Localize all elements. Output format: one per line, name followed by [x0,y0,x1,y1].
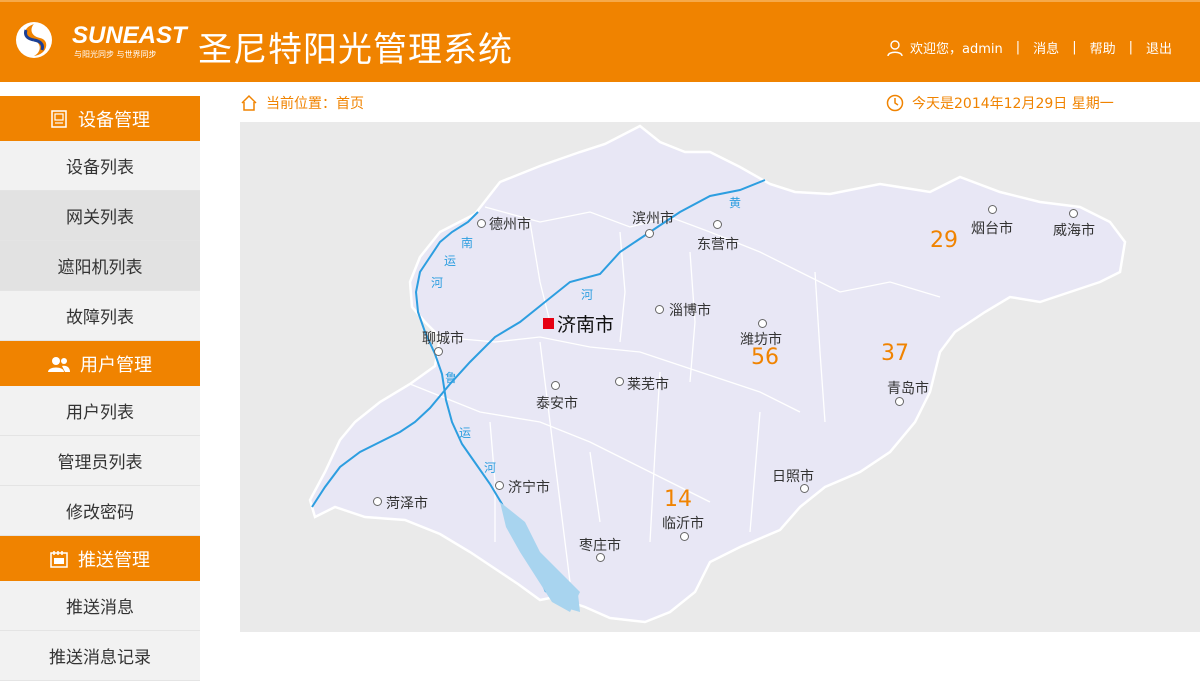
river-label: 运 [444,254,457,268]
river-label: 黄 [729,196,742,210]
sidebar-item-shade-list[interactable]: 遮阳机列表 [0,241,200,291]
city-marker-icon [645,229,654,238]
city-jining[interactable]: 济宁市 [508,477,550,497]
sidebar-group-user-management[interactable]: 用户管理 [0,341,200,386]
sidebar-group-label: 用户管理 [80,354,152,376]
city-weihai[interactable]: 威海市 [1053,220,1095,240]
sidebar-item-change-password[interactable]: 修改密码 [0,486,200,536]
city-binzhou[interactable]: 滨州市 [632,208,674,228]
nav-logout-link[interactable]: 退出 [1146,38,1172,57]
city-rizhao[interactable]: 日照市 [772,466,814,486]
sidebar-item-admin-list[interactable]: 管理员列表 [0,436,200,486]
date-display: 今天是2014年12月29日 星期一 [886,93,1114,113]
home-icon [241,94,257,111]
city-marker-icon [495,481,504,490]
device-count-badge: 14 [664,487,692,512]
city-dezhou[interactable]: 德州市 [489,214,531,234]
sidebar-group-label: 推送管理 [78,549,150,571]
river-label: 鲁 [445,371,458,385]
city-marker-icon [373,497,382,506]
city-dongying[interactable]: 东营市 [697,234,739,254]
city-marker-icon [477,219,486,228]
user-icon [887,39,903,56]
sidebar-group-device-management[interactable]: 设备管理 [0,96,200,141]
province-map: 南 运 河 黄 河 鲁 运 河 德州市 滨州市 东营市 烟台市 威海市 淄博市 … [240,122,1200,632]
river-label: 河 [431,276,444,290]
sun-logo-icon [16,22,52,58]
city-marker-icon [1069,209,1078,218]
city-linyi[interactable]: 临沂市 [662,513,704,533]
city-laiwu[interactable]: 莱芜市 [627,374,669,394]
city-heze[interactable]: 菏泽市 [386,493,428,513]
sidebar-item-push-message[interactable]: 推送消息 [0,581,200,631]
sidebar-item-user-list[interactable]: 用户列表 [0,386,200,436]
sidebar: 设备管理 设备列表 网关列表 遮阳机列表 故障列表 用户管理 用户列表 管理员列… [0,96,200,681]
push-icon [50,550,68,568]
device-icon [51,109,67,128]
nav-divider: | [1072,40,1077,55]
city-marker-icon [988,205,997,214]
suneast-logo: SUNEAST 与阳光同步 与世界同步 [14,20,192,60]
city-yantai[interactable]: 烟台市 [971,218,1013,238]
sidebar-item-fault-list[interactable]: 故障列表 [0,291,200,341]
city-zibo[interactable]: 淄博市 [669,300,711,320]
city-jinan-capital[interactable]: 济南市 [557,310,614,337]
breadcrumb: 当前位置：首页 [240,93,364,113]
device-count-badge: 37 [881,341,909,366]
river-label: 河 [484,461,497,475]
city-marker-icon [615,377,624,386]
device-count-badge: 29 [930,228,958,253]
capital-marker [543,318,554,329]
city-qingdao[interactable]: 青岛市 [887,378,929,398]
river-label: 南 [461,236,474,250]
city-marker-icon [895,397,904,406]
sidebar-item-device-list[interactable]: 设备列表 [0,141,200,191]
nav-help-link[interactable]: 帮助 [1090,38,1116,57]
river-label: 河 [581,288,594,302]
sidebar-item-push-history[interactable]: 推送消息记录 [0,631,200,681]
shandong-map-shape [308,124,1127,624]
nav-divider: | [1128,40,1133,55]
user-nav: 欢迎您，admin | 消息 | 帮助 | 退出 [886,38,1172,57]
users-icon [48,356,70,372]
city-marker-icon [551,381,560,390]
sidebar-item-gateway-list[interactable]: 网关列表 [0,191,200,241]
river-label: 运 [459,426,472,440]
city-liaocheng[interactable]: 聊城市 [422,328,464,348]
nav-divider: | [1015,40,1021,55]
city-marker-icon [655,305,664,314]
app-title: 圣尼特阳光管理系统 [198,30,513,70]
city-marker-icon [713,220,722,229]
city-marker-icon [680,532,689,541]
sidebar-group-push-management[interactable]: 推送管理 [0,536,200,581]
city-marker-icon [758,319,767,328]
breadcrumb-text: 当前位置：首页 [266,96,364,112]
greeting-text: 欢迎您，admin [910,42,1003,57]
top-header: SUNEAST 与阳光同步 与世界同步 圣尼特阳光管理系统 欢迎您，admin … [0,0,1200,82]
sidebar-group-label: 设备管理 [78,109,150,131]
date-text: 今天是2014年12月29日 星期一 [912,96,1114,112]
logo-slogan: 与阳光同步 与世界同步 [74,50,157,59]
city-zaozhuang[interactable]: 枣庄市 [579,535,621,555]
city-marker-icon [434,347,443,356]
city-taian[interactable]: 泰安市 [536,393,578,413]
nav-messages-link[interactable]: 消息 [1033,38,1059,57]
device-count-badge: 56 [751,345,779,370]
logo-wordmark: SUNEAST [72,22,187,49]
clock-icon [886,94,904,112]
